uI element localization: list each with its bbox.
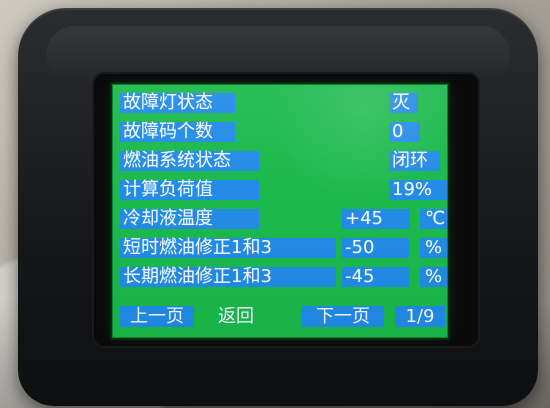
row-value: 0	[389, 122, 420, 142]
obd-screen: 故障灯状态 灭 故障码个数 0 燃油系统状态 闭环 计算负荷值 19% 冷却液温…	[112, 84, 448, 338]
back-button[interactable]: 返回	[208, 306, 264, 327]
page-indicator: 1/9	[395, 306, 445, 327]
row-label: 燃油系统状态	[120, 151, 259, 171]
row-unit: ℃	[420, 209, 447, 229]
row-label: 长期燃油修正1和3	[120, 267, 336, 287]
row-label: 故障码个数	[120, 122, 235, 142]
next-page-button[interactable]: 下一页	[302, 306, 384, 327]
row-label: 短时燃油修正1和3	[120, 238, 336, 258]
row-unit: %	[420, 267, 447, 287]
row-value: -50	[342, 238, 409, 258]
row-label: 冷却液温度	[120, 209, 259, 229]
row-unit: %	[420, 238, 447, 258]
row-label: 故障灯状态	[120, 93, 235, 113]
row-label: 计算负荷值	[120, 180, 259, 200]
row-value: -45	[342, 267, 409, 287]
row-value: 19%	[389, 180, 447, 200]
prev-page-button[interactable]: 上一页	[120, 306, 194, 327]
row-value: 灭	[389, 93, 418, 113]
row-value: +45	[342, 209, 409, 229]
row-value: 闭环	[389, 151, 440, 171]
